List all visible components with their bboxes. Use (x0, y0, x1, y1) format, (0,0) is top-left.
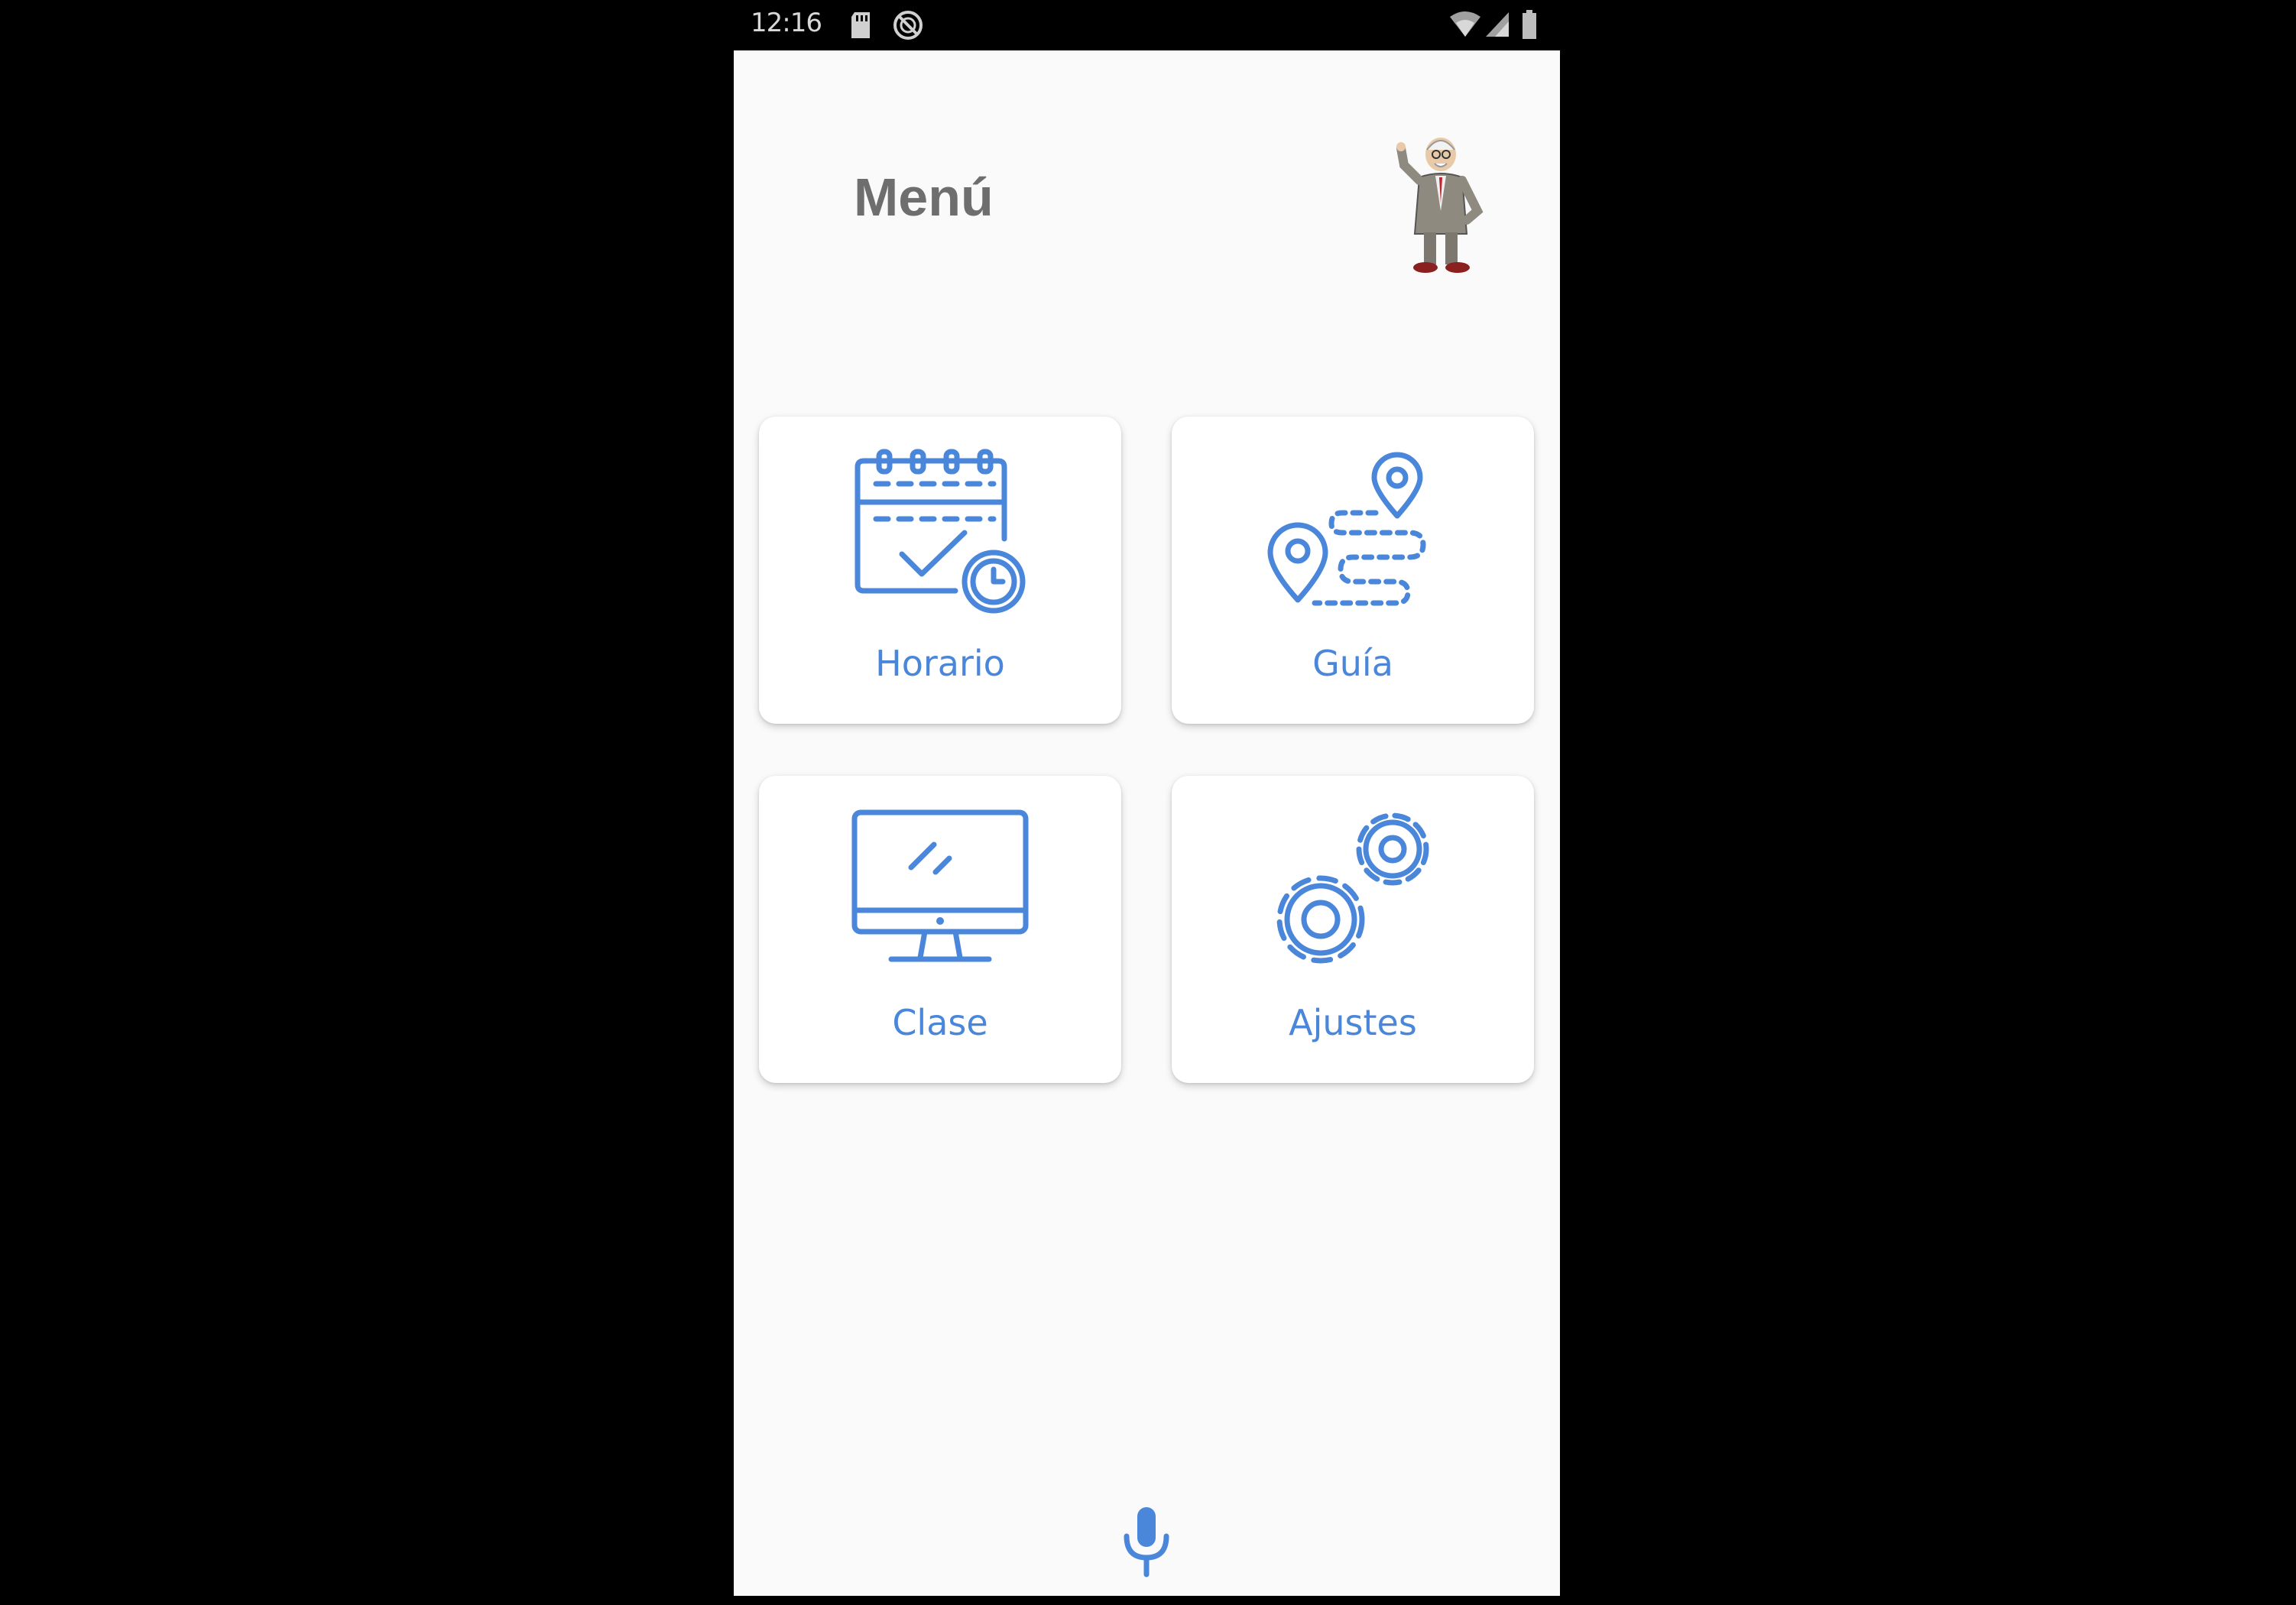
menu-card-ajustes[interactable]: Ajustes (1172, 776, 1534, 1083)
battery-icon (1523, 10, 1536, 39)
phone-frame: 12:16 Menú Horario Guía Clase Ajustes (734, 0, 1560, 1596)
monitor-icon (851, 809, 1029, 962)
menu-card-clase[interactable]: Clase (759, 776, 1121, 1083)
menu-card-label: Guía (1312, 643, 1393, 684)
status-bar: 12:16 (734, 0, 1560, 50)
cartoon-professor-icon[interactable] (1387, 127, 1494, 280)
menu-card-label: Clase (892, 1002, 988, 1043)
menu-screen: Menú Horario Guía Clase Ajustes (734, 50, 1560, 1596)
sd-card-icon (851, 12, 870, 38)
no-sync-icon (893, 11, 923, 40)
menu-card-horario[interactable]: Horario (759, 417, 1121, 724)
menu-card-guia[interactable]: Guía (1172, 417, 1534, 724)
menu-card-label: Horario (875, 643, 1005, 684)
calendar-check-icon (855, 449, 1026, 614)
signal-icon (1486, 12, 1509, 37)
status-time: 12:16 (751, 8, 822, 38)
microphone-icon[interactable] (1116, 1503, 1177, 1579)
gears-icon (1276, 812, 1429, 964)
route-map-pins-icon (1267, 452, 1426, 606)
wifi-icon (1450, 11, 1480, 37)
menu-card-label: Ajustes (1289, 1002, 1417, 1043)
page-title: Menú (854, 167, 994, 227)
